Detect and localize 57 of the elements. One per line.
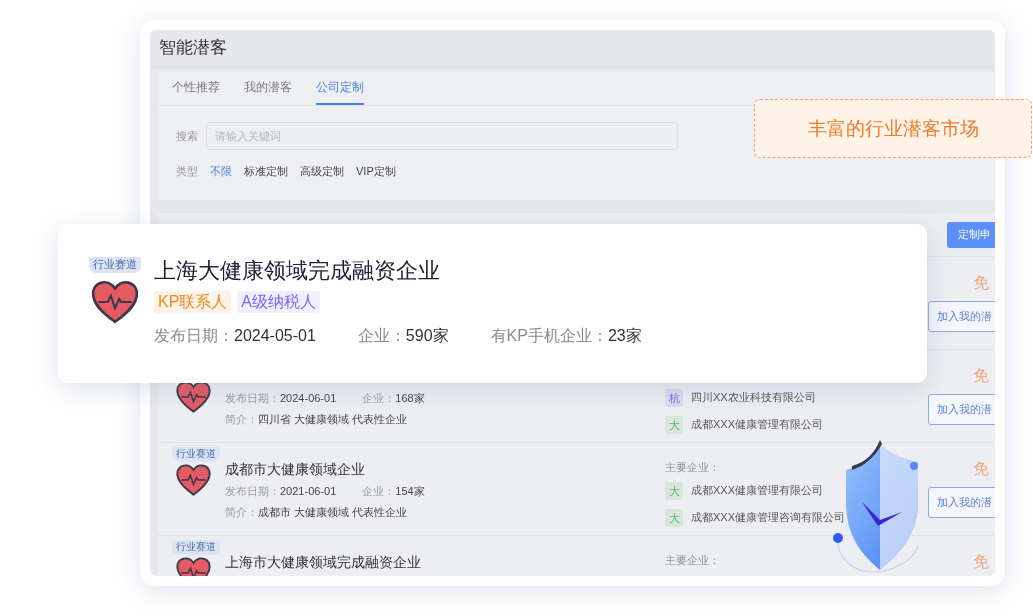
price-label: 免	[973, 273, 989, 293]
heart-icon	[89, 279, 140, 326]
kp-count-value: 23家	[607, 327, 642, 344]
intro-text: 成都市 大健康领域 代表性企业	[258, 506, 408, 518]
field-label: 企业：	[362, 485, 396, 497]
tab[interactable]: 个性推荐	[172, 72, 220, 105]
card-title: 上海大健康领域完成融资企业	[154, 257, 441, 285]
app-title: 智能潜客	[150, 30, 995, 66]
add-button[interactable]: 加入我的潜	[928, 301, 995, 332]
count-value: 590家	[405, 327, 449, 344]
filter-option[interactable]: 高级定制	[300, 164, 344, 179]
date-value: 2024-06-01	[280, 392, 337, 404]
filter-option[interactable]: VIP定制	[356, 164, 396, 179]
field-label: 简介：	[225, 506, 258, 518]
heart-icon	[175, 463, 212, 497]
track-badge: 行业赛道	[88, 257, 141, 274]
company-name: 四川XX农业科技有限公司	[691, 390, 816, 405]
field-label: 企业：	[362, 392, 396, 404]
tag: KP联系人	[154, 291, 232, 313]
apply-button[interactable]: 定制申	[947, 221, 995, 248]
tab[interactable]: 我的潜客	[244, 72, 292, 105]
date-value: 2024-05-01	[234, 327, 316, 344]
intro-text: 四川省 大健康领域 代表性企业	[258, 413, 408, 425]
company-mark: 大	[665, 415, 683, 434]
field-label: 发布日期：	[154, 327, 234, 344]
company-mark: 大	[665, 508, 683, 527]
company-mark: 大	[665, 481, 683, 500]
field-label: 企业：	[357, 327, 406, 344]
company-mark: 杭	[665, 388, 683, 407]
count-value: 168家	[395, 392, 425, 404]
field-label: 发布日期：	[225, 485, 280, 497]
count-value: 154家	[395, 485, 425, 497]
field-label: 有KP手机企业：	[490, 327, 608, 344]
track-badge: 行业赛道	[172, 447, 220, 462]
price-label: 免	[973, 552, 989, 572]
price-label: 免	[973, 459, 989, 479]
tab[interactable]: 公司定制	[316, 72, 364, 105]
company-name: 成都XXX健康管理有限公司	[691, 483, 823, 498]
company-name: 成都XXX健康管理咨询有限公司	[691, 510, 845, 525]
search-label: 搜索	[176, 128, 198, 144]
filter-option[interactable]: 不限	[210, 164, 232, 179]
row-title: 上海市大健康领域完成融资企业	[225, 554, 421, 570]
tag: A级纳税人	[237, 291, 320, 313]
companies-label: 主要企业：	[665, 461, 720, 473]
track-badge: 行业赛道	[172, 540, 220, 555]
company-name: 成都XXX健康管理有限公司	[691, 417, 823, 432]
date-value: 2021-06-01	[280, 485, 337, 497]
field-label: 简介：	[225, 413, 258, 425]
callout-box: 丰富的行业潜客市场	[754, 99, 1032, 158]
add-button[interactable]: 加入我的潜	[928, 487, 995, 518]
companies-label: 主要企业：	[665, 554, 720, 566]
field-label: 发布日期：	[225, 392, 280, 404]
price-label: 免	[973, 366, 989, 386]
add-button[interactable]: 加入我的潜	[928, 394, 995, 425]
type-label: 类型	[176, 164, 198, 179]
row-title: 成都市大健康领域企业	[225, 461, 365, 477]
filter-option[interactable]: 标准定制	[244, 164, 288, 179]
